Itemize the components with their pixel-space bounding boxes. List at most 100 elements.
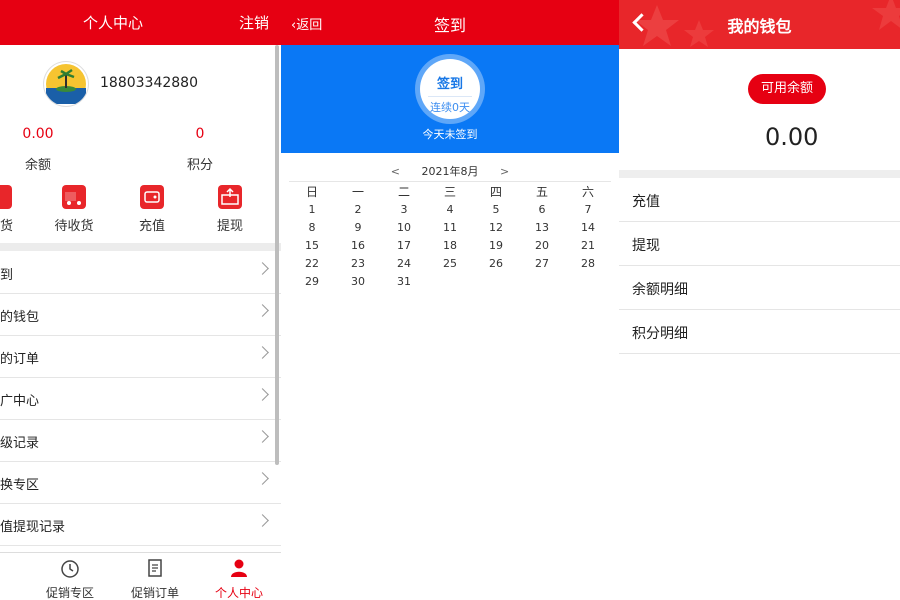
calendar-day[interactable]: 23 xyxy=(335,255,381,273)
truck-icon xyxy=(62,185,86,209)
calendar-day[interactable]: 17 xyxy=(381,237,427,255)
menu-item-orders[interactable]: 我的订单 xyxy=(0,335,281,378)
calendar-day[interactable]: 28 xyxy=(565,255,611,273)
phone-number: 18803342880 xyxy=(100,75,198,91)
wallet-icon xyxy=(140,185,164,209)
menu-item-recharge-records[interactable]: 充值提现记录 xyxy=(0,503,281,546)
calendar-day[interactable]: 20 xyxy=(519,237,565,255)
calendar-day[interactable]: 15 xyxy=(289,237,335,255)
quick-action-to-receive[interactable]: 待收货 xyxy=(44,185,104,234)
menu-item-checkin[interactable]: 签到 xyxy=(0,251,281,294)
quick-action-label: 充值 xyxy=(138,219,165,234)
calendar-day[interactable]: 7 xyxy=(565,201,611,219)
quick-action-label: 提现 xyxy=(216,219,243,234)
menu-item-wallet[interactable]: 我的钱包 xyxy=(0,293,281,336)
calendar-day[interactable]: 26 xyxy=(473,255,519,273)
calendar-day[interactable]: 19 xyxy=(473,237,519,255)
wallet-row-balance-detail[interactable]: 余额明细 xyxy=(619,266,900,310)
logout-button[interactable]: 注销 xyxy=(239,12,269,33)
bottom-tab-bar: 促销专区 促销订单 个人中心 xyxy=(0,552,281,600)
calendar-grid: 日一二三四五六 1 2 3 4 5 6 7 8 9 10 11 12 13 14 15 16 17 18 19 20 21… xyxy=(289,183,611,291)
calendar-day[interactable]: 30 xyxy=(335,273,381,291)
calendar-weekday: 二 xyxy=(397,185,410,199)
avatar[interactable] xyxy=(44,62,88,106)
menu-item-label: 充值提现记录 xyxy=(0,520,66,535)
menu-item-label: 推广中心 xyxy=(0,394,40,409)
calendar-day[interactable]: 31 xyxy=(381,273,427,291)
calendar-week-row: 29 30 31 xyxy=(289,273,611,291)
tab-promotion-orders[interactable]: 促销订单 xyxy=(120,557,190,600)
wallet-row-label: 积分明细 xyxy=(632,326,688,342)
calendar-day[interactable]: 12 xyxy=(473,219,519,237)
wallet-row-points-detail[interactable]: 积分明细 xyxy=(619,310,900,354)
wallet-row-label: 充值 xyxy=(632,194,660,210)
points-label: 积分 xyxy=(186,158,213,173)
calendar-day[interactable]: 11 xyxy=(427,219,473,237)
calendar-day[interactable]: 8 xyxy=(289,219,335,237)
quick-action-label: 待收货 xyxy=(54,219,94,234)
calendar-day[interactable]: 22 xyxy=(289,255,335,273)
chevron-right-icon xyxy=(256,304,269,317)
wallet-panel: 我的钱包 可用余额 0.00 充值 提现 余额明细 积分明细 xyxy=(619,0,900,600)
tab-label: 促销专区 xyxy=(45,586,94,600)
checkin-button[interactable]: 签到 连续0天 xyxy=(420,59,480,119)
balance-label: 余额 xyxy=(24,158,51,173)
points-stat[interactable]: 0 积分 xyxy=(170,126,230,173)
calendar-day[interactable]: 24 xyxy=(381,255,427,273)
menu-item-promotion[interactable]: 推广中心 xyxy=(0,377,281,420)
tab-promotion-zone[interactable]: 促销专区 xyxy=(35,557,105,600)
calendar-day[interactable]: 5 xyxy=(473,201,519,219)
tab-label: 个人中心 xyxy=(214,586,263,600)
scrollbar[interactable] xyxy=(275,45,279,465)
calendar-day[interactable]: 18 xyxy=(427,237,473,255)
calendar-day[interactable]: 1 xyxy=(289,201,335,219)
calendar-day[interactable]: 6 xyxy=(519,201,565,219)
checkin-status: 今天未签到 xyxy=(422,128,478,141)
page-title: 签到 xyxy=(433,16,466,35)
calendar-day[interactable]: 16 xyxy=(335,237,381,255)
wallet-row-recharge[interactable]: 充值 xyxy=(619,178,900,222)
next-month-button[interactable]: > xyxy=(500,165,509,178)
balance-value: 0.00 xyxy=(22,126,54,142)
calendar-week-row: 8 9 10 11 12 13 14 xyxy=(289,219,611,237)
available-balance-badge: 可用余额 xyxy=(748,74,826,104)
tab-personal-center[interactable]: 个人中心 xyxy=(204,557,274,600)
chevron-right-icon xyxy=(256,472,269,485)
calendar-weekday: 三 xyxy=(443,185,456,199)
menu-item-label: 我的订单 xyxy=(0,352,40,367)
calendar-day[interactable]: 4 xyxy=(427,201,473,219)
calendar-day[interactable]: 29 xyxy=(289,273,335,291)
menu-item-exchange[interactable]: 兑换专区 xyxy=(0,461,281,504)
quick-action-ship[interactable]: 发货 xyxy=(0,185,30,234)
calendar-day[interactable]: 14 xyxy=(565,219,611,237)
calendar-day[interactable]: 9 xyxy=(335,219,381,237)
calendar-week-row: 1234567 xyxy=(289,201,611,219)
calendar-day[interactable]: 2 xyxy=(335,201,381,219)
checkin-button-ring[interactable]: 签到 连续0天 xyxy=(415,54,485,124)
quick-action-withdraw[interactable]: 提现 xyxy=(200,185,260,234)
menu-item-upgrade-records[interactable]: 升级记录 xyxy=(0,419,281,462)
quick-action-recharge[interactable]: 充值 xyxy=(122,185,182,234)
calendar-weekday: 五 xyxy=(535,185,548,199)
calendar-weekday: 四 xyxy=(489,185,502,199)
clock-icon xyxy=(61,560,79,578)
calendar-day[interactable]: 21 xyxy=(565,237,611,255)
prev-month-button[interactable]: < xyxy=(391,165,400,178)
calendar-day[interactable]: 27 xyxy=(519,255,565,273)
checkin-panel: ‹返回 签到 签到 连续0天 今天未签到 < 2021年8月 > 日 一 二 三 四 五 六… xyxy=(281,0,619,600)
balance-stat[interactable]: 0.00 余额 xyxy=(8,126,68,173)
calendar-day[interactable]: 25 xyxy=(427,255,473,273)
calendar-day[interactable]: 13 xyxy=(519,219,565,237)
calendar-nav: < 2021年8月 > xyxy=(281,163,619,179)
chevron-right-icon xyxy=(256,430,269,443)
wallet-balance-value: 0.00 xyxy=(765,123,819,151)
wallet-row-withdraw[interactable]: 提现 xyxy=(619,222,900,266)
calendar-day[interactable]: 10 xyxy=(381,219,427,237)
personal-center-panel: 个人中心 注销 18803342880 0.00 余额 0 积分 发货 待收货 … xyxy=(0,0,281,600)
section-divider xyxy=(619,170,900,178)
tab-label: 促销订单 xyxy=(130,586,179,600)
calendar-week-row: 22 23 24 25 26 27 28 xyxy=(289,255,611,273)
section-divider xyxy=(0,243,281,251)
page-title: 个人中心 xyxy=(83,14,144,32)
calendar-day[interactable]: 3 xyxy=(381,201,427,219)
